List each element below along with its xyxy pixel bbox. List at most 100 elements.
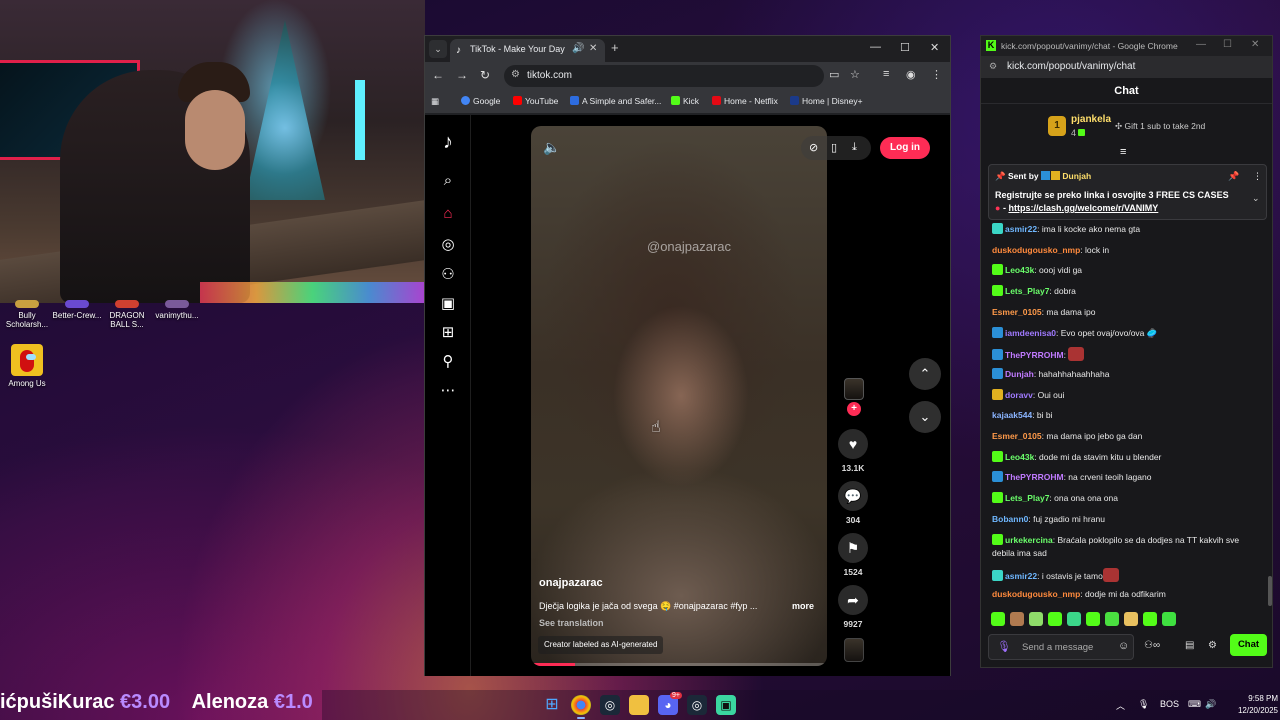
next-video-button[interactable]: ⌄ bbox=[909, 401, 941, 433]
video-progress-bar[interactable] bbox=[531, 663, 827, 666]
gift-box-icon[interactable]: ▤ bbox=[1185, 640, 1194, 651]
file-explorer-icon[interactable] bbox=[629, 695, 649, 715]
cast-icon[interactable]: ▭ bbox=[829, 68, 839, 81]
profile-icon[interactable]: ⚲ bbox=[438, 352, 458, 370]
emote-icon[interactable] bbox=[1029, 612, 1043, 626]
follow-plus-icon[interactable]: + bbox=[847, 402, 861, 416]
chat-username[interactable]: Leo43k bbox=[1005, 452, 1034, 462]
music-disc-icon[interactable] bbox=[844, 638, 864, 662]
chat-username[interactable]: asmir22 bbox=[1005, 224, 1037, 234]
bookmark-kick[interactable]: Kick bbox=[671, 96, 699, 106]
chat-input[interactable]: 🎙 Send a message ☺ bbox=[988, 634, 1134, 660]
address-bar[interactable]: ⚙ tiktok.com bbox=[504, 65, 824, 87]
chat-username[interactable]: iamdeenisa0 bbox=[1005, 328, 1056, 338]
chat-username[interactable]: Bobann0 bbox=[992, 514, 1028, 524]
explore-icon[interactable]: ◎ bbox=[438, 235, 458, 253]
chat-username[interactable]: Esmer_0105 bbox=[992, 431, 1042, 441]
emote-icon[interactable] bbox=[1048, 612, 1062, 626]
people-icon[interactable]: ⚇∞ bbox=[1144, 640, 1160, 651]
device-icon[interactable]: ▯ bbox=[831, 141, 837, 154]
mic-tray-icon[interactable]: 🎙 bbox=[1138, 699, 1149, 710]
menu-dots-icon[interactable]: ⋮ bbox=[931, 68, 942, 81]
login-button[interactable]: Log in bbox=[880, 137, 930, 159]
media-controls-icon[interactable]: ≡ bbox=[883, 68, 889, 80]
chat-username[interactable]: Esmer_0105 bbox=[992, 307, 1042, 317]
minimize-icon[interactable]: — bbox=[870, 41, 881, 53]
home-icon[interactable]: ⌂ bbox=[438, 205, 458, 222]
network-icon[interactable]: ⌨ bbox=[1188, 699, 1201, 710]
desktop-icon-better-crew[interactable]: Better-Crew... bbox=[50, 300, 104, 320]
search-icon[interactable]: ⌕ bbox=[438, 172, 458, 189]
steam-app-icon[interactable]: ◎ bbox=[687, 695, 707, 715]
minimize-icon[interactable]: — bbox=[1196, 39, 1206, 50]
live-icon[interactable]: ▣ bbox=[438, 294, 458, 312]
pinned-user[interactable]: Dunjah bbox=[1062, 171, 1091, 181]
chat-message-list[interactable]: asmir22: ima li kocke ako nema gta duskod… bbox=[981, 222, 1261, 602]
clock[interactable]: 9:58 PM 12/20/2025 bbox=[1222, 693, 1278, 717]
gift-cta[interactable]: ✣ Gift 1 sub to take 2nd bbox=[1115, 121, 1205, 132]
heart-icon[interactable]: ♥ bbox=[838, 429, 868, 459]
more-dots-icon[interactable]: ⋯ bbox=[438, 381, 458, 399]
close-window-icon[interactable]: ✕ bbox=[1251, 39, 1259, 50]
profile-icon[interactable]: ◉ bbox=[906, 68, 916, 81]
following-icon[interactable]: ⚇ bbox=[438, 265, 458, 283]
maximize-icon[interactable]: ☐ bbox=[1223, 39, 1232, 50]
desktop-icon-among-us[interactable]: Among Us bbox=[0, 344, 54, 388]
chat-urlbar[interactable]: ⚙ kick.com/popout/vanimy/chat bbox=[981, 56, 1272, 78]
share-action[interactable]: ➦ 9927 bbox=[836, 585, 870, 629]
chevron-up-icon[interactable]: ︿ bbox=[1116, 699, 1125, 712]
creator-avatar[interactable] bbox=[844, 378, 864, 400]
apps-grid-icon[interactable]: ▦ bbox=[431, 96, 439, 107]
chat-username[interactable]: ThePYRROHM bbox=[1005, 472, 1064, 482]
emote-icon[interactable] bbox=[1143, 612, 1157, 626]
tiktok-logo-icon[interactable]: ♪ bbox=[438, 131, 458, 154]
bookmark-google[interactable]: Google bbox=[461, 96, 500, 106]
chat-username[interactable]: doravv bbox=[1005, 390, 1033, 400]
video-player[interactable]: 🔈 @onajpazarac onajpazarac Dječja logika… bbox=[531, 126, 827, 666]
close-window-icon[interactable]: ✕ bbox=[930, 41, 939, 54]
language-indicator[interactable]: BOS bbox=[1160, 699, 1179, 709]
bookmark-a-simple[interactable]: A Simple and Safer... bbox=[570, 96, 661, 106]
comment-icon[interactable]: 💬 bbox=[838, 481, 868, 511]
more-options-icon[interactable]: ⋮ bbox=[1253, 171, 1262, 182]
emote-icon[interactable] bbox=[1010, 612, 1024, 626]
share-icon[interactable]: ➦ bbox=[838, 585, 868, 615]
app-icon[interactable]: ▣ bbox=[716, 695, 736, 715]
bookmark-netflix[interactable]: Home - Netflix bbox=[712, 96, 778, 106]
previous-video-button[interactable]: ⌃ bbox=[909, 358, 941, 390]
site-info-icon[interactable]: ⚙ bbox=[511, 69, 520, 80]
emote-icon[interactable] bbox=[1162, 612, 1176, 626]
chrome-icon[interactable] bbox=[571, 695, 591, 715]
forward-icon[interactable]: → bbox=[456, 68, 468, 82]
pinned-link[interactable]: https://clash.gg/welcome/r/VANIMY bbox=[1008, 203, 1158, 213]
emoji-icon[interactable]: ☺ bbox=[1118, 640, 1129, 652]
site-info-icon[interactable]: ⚙ bbox=[989, 61, 997, 72]
caption-more-link[interactable]: more bbox=[792, 601, 814, 611]
volume-tray-icon[interactable]: 🔊 bbox=[1205, 699, 1216, 710]
emote-icon[interactable] bbox=[991, 612, 1005, 626]
steam-icon[interactable]: ◎ bbox=[600, 695, 620, 715]
chat-send-button[interactable]: Chat bbox=[1230, 634, 1267, 656]
chat-username[interactable]: Dunjah bbox=[1005, 369, 1034, 379]
save-action[interactable]: ⚑ 1524 bbox=[836, 533, 870, 577]
chevron-down-icon[interactable]: ⌄ bbox=[1252, 193, 1260, 204]
emote-icon[interactable] bbox=[1105, 612, 1119, 626]
tab-tiktok[interactable]: ♪ TikTok - Make Your Day 🔊 ✕ bbox=[450, 39, 605, 62]
chat-username[interactable]: Lets_Play7 bbox=[1005, 493, 1049, 503]
chat-username[interactable]: duskodugousko_nmp bbox=[992, 589, 1080, 599]
bookmark-disney[interactable]: Home | Disney+ bbox=[790, 96, 863, 106]
chat-username[interactable]: urkekercina bbox=[1005, 535, 1053, 545]
chat-username[interactable]: asmir22 bbox=[1005, 571, 1037, 581]
see-translation-link[interactable]: See translation bbox=[539, 618, 604, 628]
settings-gear-icon[interactable]: ⚙ bbox=[1208, 640, 1217, 651]
chat-username[interactable]: Lets_Play7 bbox=[1005, 286, 1049, 296]
tab-close-icon[interactable]: ✕ bbox=[589, 43, 597, 54]
desktop-icon-vanimythu[interactable]: vanimythu... bbox=[150, 300, 204, 320]
emote-icon[interactable] bbox=[1067, 612, 1081, 626]
desktop-icon-dragon-ball[interactable]: DRAGON BALL S... bbox=[100, 300, 154, 329]
desktop-icon-bully[interactable]: Bully Scholarsh... bbox=[0, 300, 54, 329]
chat-username[interactable]: kajaak544 bbox=[992, 410, 1032, 420]
emote-icon[interactable] bbox=[1086, 612, 1100, 626]
chat-scrollbar[interactable] bbox=[1268, 576, 1272, 606]
windows-start-icon[interactable]: ⊞ bbox=[542, 695, 562, 715]
